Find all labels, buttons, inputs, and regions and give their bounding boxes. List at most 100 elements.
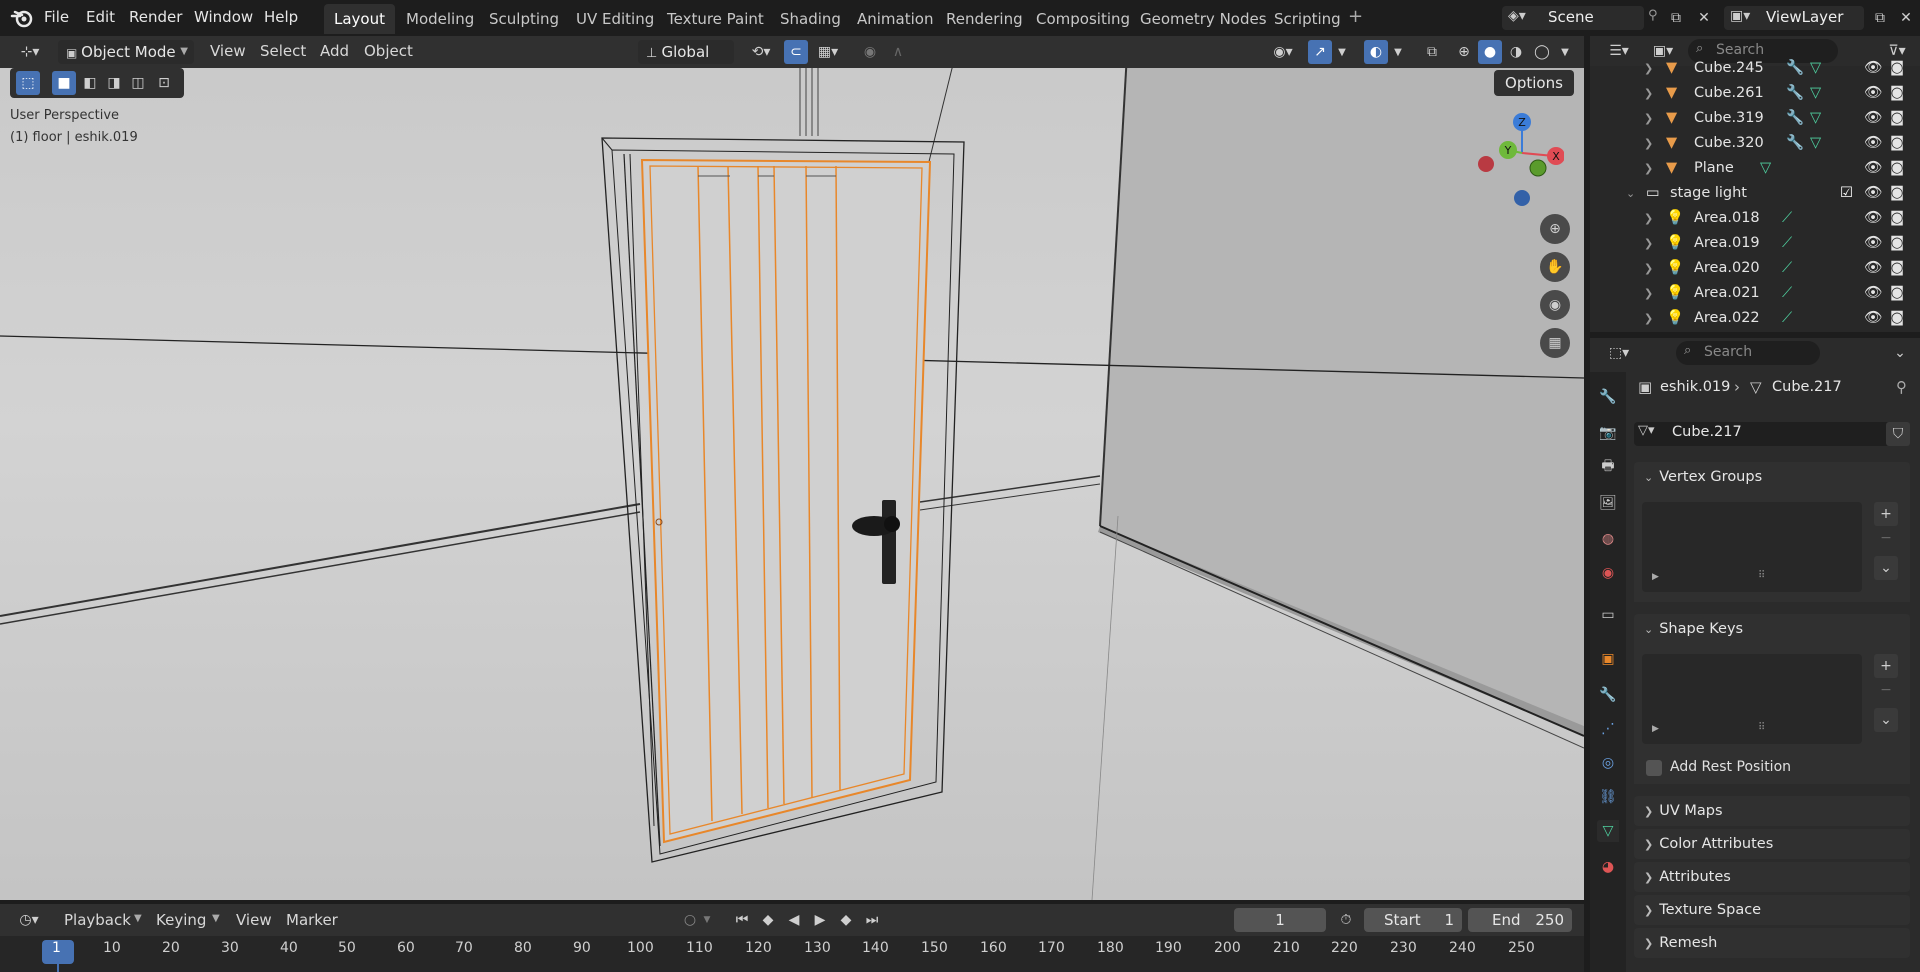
falloff-icon[interactable]: ∧ (886, 40, 910, 64)
wireframe-shading-icon[interactable]: ⊕ (1452, 40, 1476, 64)
end-frame-field[interactable]: End 250 (1468, 908, 1572, 932)
particles-tab-icon[interactable]: ⋰ (1597, 718, 1619, 740)
tool-tab-icon[interactable]: 🔧 (1597, 386, 1619, 408)
pivot-point-icon[interactable]: ⟲▾ (744, 40, 778, 64)
render-camera-icon[interactable]: ◙ (1890, 81, 1904, 106)
tab-rendering[interactable]: Rendering (936, 4, 1033, 34)
panel-uv-maps[interactable]: ❯ UV Maps (1634, 796, 1910, 826)
properties-search[interactable]: ⌕ Search (1676, 341, 1820, 365)
render-camera-icon[interactable]: ◙ (1890, 306, 1904, 331)
play-icon[interactable]: ▶ (808, 908, 832, 932)
mode-invert-icon[interactable]: ◫ (126, 71, 150, 95)
expand-arrow-icon[interactable]: ❯ (1644, 281, 1653, 306)
visibility-eye-icon[interactable]: 👁 (1864, 281, 1882, 306)
view-layer-selector[interactable]: ▣▾ ViewLayer (1724, 6, 1864, 30)
menu-window[interactable]: Window (194, 0, 253, 36)
panel-color-attributes[interactable]: ❯ Color Attributes (1634, 829, 1910, 859)
perspective-toggle-icon[interactable]: ▦ (1540, 328, 1570, 358)
visibility-eye-icon[interactable]: 👁 (1864, 56, 1882, 81)
gizmo-dropdown-icon[interactable]: ▼ (1334, 40, 1350, 64)
menu-edit[interactable]: Edit (86, 0, 115, 36)
render-camera-icon[interactable]: ◙ (1890, 181, 1904, 206)
list-resize-grip-icon[interactable]: ⠿ (1758, 570, 1765, 581)
visibility-eye-icon[interactable]: 👁 (1864, 81, 1882, 106)
panel-vertex-groups[interactable]: ⌄ Vertex Groups (1634, 462, 1910, 492)
jump-end-icon[interactable]: ⏭ (860, 908, 884, 932)
render-camera-icon[interactable]: ◙ (1890, 106, 1904, 131)
menu-keying[interactable]: Keying (156, 911, 206, 929)
menu-select[interactable]: Select (260, 42, 306, 60)
menu-marker[interactable]: Marker (286, 911, 338, 929)
menu-view[interactable]: View (236, 911, 272, 929)
expand-arrow-icon[interactable]: ❯ (1644, 81, 1653, 106)
expand-arrow-icon[interactable]: ❯ (1644, 56, 1653, 81)
visibility-eye-icon[interactable]: 👁 (1864, 131, 1882, 156)
delete-view-layer-icon[interactable]: ✕ (1894, 6, 1918, 30)
delete-scene-icon[interactable]: ✕ (1692, 6, 1716, 30)
new-scene-icon[interactable]: ⧉ (1664, 6, 1688, 30)
add-rest-position-checkbox[interactable] (1646, 760, 1662, 776)
shape-key-specials-icon[interactable]: ⌄ (1874, 708, 1898, 732)
render-camera-icon[interactable]: ◙ (1890, 256, 1904, 281)
visibility-eye-icon[interactable]: 👁 (1864, 256, 1882, 281)
panel-remesh[interactable]: ❯ Remesh (1634, 928, 1910, 958)
tab-modeling[interactable]: Modeling (396, 4, 484, 34)
object-tab-icon[interactable]: ▣ (1597, 648, 1619, 670)
outliner-row-collection[interactable]: ⌄ ▭ stage light ☑ 👁 ◙ (1590, 181, 1920, 206)
visibility-eye-icon[interactable]: 👁 (1864, 206, 1882, 231)
current-frame-field[interactable]: 1 (1234, 908, 1326, 932)
remove-shape-key-icon[interactable]: − (1874, 678, 1898, 702)
menu-render[interactable]: Render (129, 0, 182, 36)
render-camera-icon[interactable]: ◙ (1890, 56, 1904, 81)
start-frame-field[interactable]: Start 1 (1364, 908, 1462, 932)
overlays-icon[interactable]: ◐ (1364, 40, 1388, 64)
constraints-tab-icon[interactable]: ⛓ (1597, 786, 1619, 808)
scene-selector[interactable]: ◈▾ Scene ⚲ (1502, 6, 1658, 30)
zoom-icon[interactable]: ⊕ (1540, 214, 1570, 244)
expand-arrow-icon[interactable]: ❯ (1644, 131, 1653, 156)
outliner-row[interactable]: ❯ 💡 Area.021 ⟋ 👁 ◙ (1590, 281, 1920, 306)
blender-logo-icon[interactable] (10, 7, 34, 33)
menu-view[interactable]: View (210, 42, 246, 60)
list-expand-icon[interactable]: ▶ (1652, 572, 1659, 582)
camera-view-icon[interactable]: ◉ (1540, 290, 1570, 320)
proportional-edit-icon[interactable]: ◉ (858, 40, 882, 64)
outliner-row[interactable]: ❯ ▼ Plane ▽ 👁 ◙ (1590, 156, 1920, 181)
list-resize-grip-icon[interactable]: ⠿ (1758, 722, 1765, 733)
output-tab-icon[interactable]: 🖶 (1597, 456, 1619, 478)
expand-arrow-icon[interactable]: ❯ (1644, 256, 1653, 281)
tab-scripting[interactable]: Scripting (1264, 4, 1351, 34)
navigation-gizmo[interactable]: Z Y X (1472, 108, 1564, 212)
list-expand-icon[interactable]: ▶ (1652, 724, 1659, 734)
render-camera-icon[interactable]: ◙ (1890, 156, 1904, 181)
visibility-eye-icon[interactable]: 👁 (1864, 156, 1882, 181)
visibility-eye-icon[interactable]: 👁 (1864, 231, 1882, 256)
tab-geometry-nodes[interactable]: Geometry Nodes (1130, 4, 1277, 34)
panel-texture-space[interactable]: ❯ Texture Space (1634, 895, 1910, 925)
tab-texture-paint[interactable]: Texture Paint (657, 4, 774, 34)
add-vertex-group-icon[interactable]: + (1874, 502, 1898, 526)
visibility-eye-icon[interactable]: 👁 (1864, 181, 1882, 206)
shape-keys-list[interactable]: ▶ ⠿ (1642, 654, 1862, 744)
tab-shading[interactable]: Shading (770, 4, 851, 34)
outliner-row[interactable]: ❯ ▼ Cube.245 🔧 ▽ 👁 ◙ (1590, 56, 1920, 81)
outliner-row[interactable]: ❯ 💡 Area.022 ⟋ 👁 ◙ (1590, 306, 1920, 331)
transform-orientation[interactable]: ⊥ Global (638, 40, 734, 64)
new-view-layer-icon[interactable]: ⧉ (1868, 6, 1892, 30)
keying-dropdown-icon[interactable]: ▼ (700, 908, 714, 932)
overlays-dropdown-icon[interactable]: ▼ (1390, 40, 1406, 64)
menu-add[interactable]: Add (320, 42, 349, 60)
panel-shape-keys[interactable]: ⌄ Shape Keys (1634, 614, 1910, 644)
expand-arrow-icon[interactable]: ❯ (1644, 231, 1653, 256)
add-shape-key-icon[interactable]: + (1874, 654, 1898, 678)
mode-intersect-icon[interactable]: ⊡ (152, 71, 176, 95)
exclude-checkbox-icon[interactable]: ☑ (1840, 181, 1853, 206)
view-layer-tab-icon[interactable]: 🖼 (1597, 492, 1619, 514)
3d-viewport[interactable] (0, 36, 1584, 900)
xray-icon[interactable]: ⧉ (1420, 40, 1444, 64)
mesh-data-selector[interactable]: ▽▾ Cube.217 (1634, 422, 1904, 446)
rendered-shading-icon[interactable]: ◯ (1530, 40, 1554, 64)
properties-options-icon[interactable]: ⌄ (1888, 341, 1912, 365)
tab-sculpting[interactable]: Sculpting (479, 4, 569, 34)
snap-target-icon[interactable]: ▦▾ (810, 40, 846, 64)
